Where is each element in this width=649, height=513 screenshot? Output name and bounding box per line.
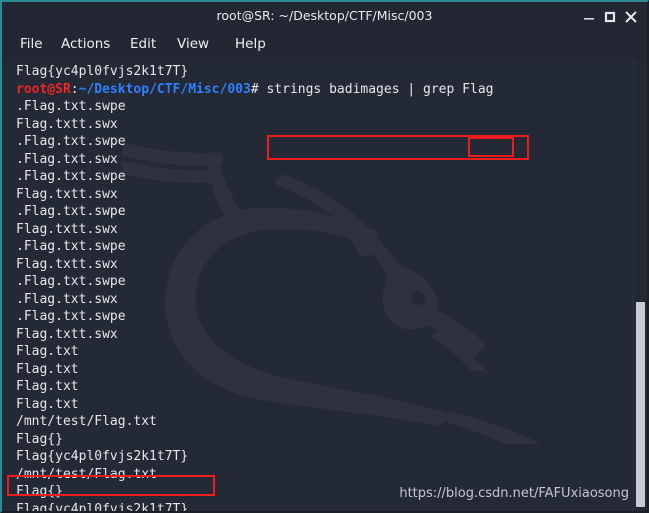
close-icon[interactable] [623,9,639,25]
menu-item-help[interactable]: Help [235,30,266,59]
scrollbar-track[interactable] [633,59,647,511]
menu-item-view[interactable]: View [177,30,209,59]
prompt-hash: # [250,81,259,97]
terminal-line: Flag{yc4pl0fvjs2k1t7T} [16,64,189,79]
terminal-line: Flag.txt [16,396,79,412]
minimize-icon[interactable] [581,9,597,25]
terminal-line-flag: Flag{yc4pl0fvjs2k1t7T} [16,449,189,464]
terminal-line: .Flag.txt.swx [16,291,118,307]
terminal-lines: Flag{yc4pl0fvjs2k1t7T} root@SR:~/Desktop… [2,59,647,511]
terminal-line: Flag.txt [16,361,79,377]
terminal-line: .Flag.txt.swx [16,151,118,167]
terminal-line: /mnt/test/Flag.txt [16,466,157,482]
terminal-window: root@SR: ~/Desktop/CTF/Misc/003 File Act… [0,0,649,513]
menu-item-actions[interactable]: Actions [61,30,110,59]
title-bar[interactable]: root@SR: ~/Desktop/CTF/Misc/003 [2,2,647,30]
terminal-line: .Flag.txt.swpe [16,239,126,254]
command-strings: strings [266,81,322,97]
terminal-line: Flag.txtt.swx [16,256,118,272]
menu-item-file[interactable]: File [20,30,43,59]
command-pipe: | [407,81,416,97]
blog-watermark: https://blog.csdn.net/FAFUxiaosong [399,486,629,501]
prompt-colon: : [70,81,79,97]
terminal-line: Flag.txtt.swx [16,221,118,237]
terminal-line: Flag.txtt.swx [16,116,118,132]
prompt-path: ~/Desktop/CTF/Misc/003 [78,81,251,97]
scrollbar-thumb[interactable] [636,302,645,507]
terminal-line: .Flag.txt.swpe [16,169,126,184]
terminal-line: .Flag.txt.swpe [16,134,126,149]
command-file: badimages [329,81,400,97]
terminal-line: /mnt/test/Flag.txt [16,414,157,429]
terminal-line: .Flag.txt.swpe [16,274,126,289]
terminal-line: Flag{} [16,431,63,447]
terminal-line: Flag{yc4pl0fvjs2k1t7T} [16,501,189,512]
terminal-line: .Flag.txt.swpe [16,204,126,219]
terminal-prompt-line: root@SR:~/Desktop/CTF/Misc/003# strings … [16,81,647,99]
terminal-line: Flag.txt [16,379,79,394]
command-grep: grep [423,81,455,97]
maximize-icon[interactable] [602,9,618,25]
terminal-line: Flag.txtt.swx [16,186,118,202]
window-title: root@SR: ~/Desktop/CTF/Misc/003 [216,8,433,23]
terminal-output-area[interactable]: Flag{yc4pl0fvjs2k1t7T} root@SR:~/Desktop… [2,59,647,511]
menu-item-edit[interactable]: Edit [130,30,156,59]
terminal-line: Flag.txt [16,344,79,359]
terminal-line: .Flag.txt.swpe [16,99,126,114]
menu-bar: File Actions Edit View Help [2,30,647,59]
terminal-command: strings badimages | grep Flag [259,81,494,97]
terminal-line: .Flag.txt.swpe [16,309,126,324]
prompt-user: root@SR [16,81,71,97]
command-grep-pattern: Flag [462,81,494,97]
terminal-line: Flag.txtt.swx [16,326,118,342]
